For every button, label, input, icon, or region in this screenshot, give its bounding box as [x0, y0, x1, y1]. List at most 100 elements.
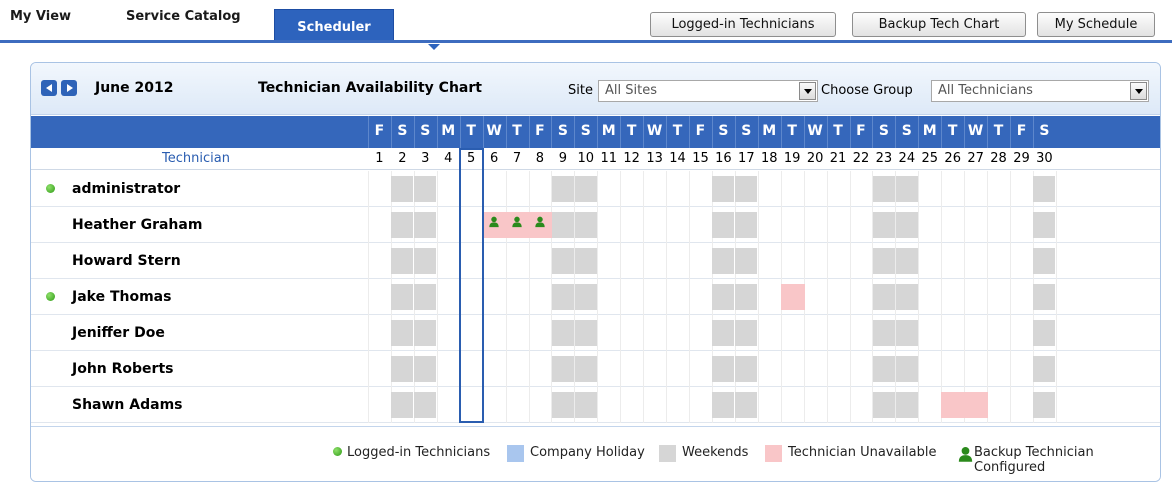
technician-name[interactable]: John Roberts [72, 361, 173, 377]
day-number-label[interactable]: 27 [964, 151, 987, 166]
day-number-label[interactable]: 22 [850, 151, 873, 166]
group-select[interactable]: All Technicians [931, 80, 1149, 102]
weekend-cell [391, 356, 414, 382]
day-of-week-label: T [672, 123, 683, 139]
column-divider [780, 116, 782, 148]
day-number-label[interactable]: 30 [1033, 151, 1056, 166]
active-tab-caret-icon [428, 44, 440, 50]
grid-line [528, 351, 530, 387]
weekend-cell [574, 212, 597, 238]
day-of-week-label: S [741, 123, 752, 139]
day-number-label[interactable]: 13 [643, 151, 666, 166]
tab-my-view[interactable]: My View [10, 9, 71, 24]
weekend-cell [735, 176, 758, 202]
previous-month-icon[interactable] [41, 80, 57, 96]
day-number-label[interactable]: 8 [529, 151, 552, 166]
column-divider [482, 116, 484, 148]
day-number-label[interactable]: 18 [758, 151, 781, 166]
grid-line [849, 207, 851, 243]
day-number-label[interactable]: 26 [941, 151, 964, 166]
technician-name[interactable]: Jake Thomas [72, 289, 171, 305]
technician-name[interactable]: Heather Graham [72, 217, 202, 233]
day-number-label[interactable]: 24 [895, 151, 918, 166]
grid-line [689, 387, 691, 423]
day-number-label[interactable]: 2 [391, 151, 414, 166]
grid-line [918, 171, 920, 207]
technician-name[interactable]: Shawn Adams [72, 397, 183, 413]
day-number-label[interactable]: 3 [414, 151, 437, 166]
unavailable-cell[interactable] [964, 392, 989, 418]
weekend-cell [1033, 356, 1056, 382]
chevron-down-icon[interactable] [799, 82, 816, 100]
grid-line [505, 351, 507, 387]
column-divider [505, 116, 507, 148]
day-number-label[interactable]: 25 [918, 151, 941, 166]
day-number-label[interactable]: 16 [712, 151, 735, 166]
day-number-label[interactable]: 19 [781, 151, 804, 166]
column-divider [872, 116, 874, 148]
grid-line [1010, 243, 1012, 279]
day-number-label[interactable]: 1 [368, 151, 391, 166]
technician-column-header[interactable]: Technician [31, 151, 361, 166]
day-number-label[interactable]: 29 [1010, 151, 1033, 166]
column-divider [436, 116, 438, 148]
grid-line [780, 207, 782, 243]
backup-technician-icon [511, 216, 523, 228]
availability-panel: June 2012 Technician Availability Chart … [30, 62, 1161, 482]
column-divider [826, 116, 828, 148]
day-number-label[interactable]: 12 [620, 151, 643, 166]
backup-technician-icon [958, 446, 973, 462]
day-number-label[interactable]: 23 [872, 151, 895, 166]
day-number-label[interactable]: 14 [666, 151, 689, 166]
grid-line [803, 351, 805, 387]
tab-scheduler[interactable]: Scheduler [274, 9, 394, 43]
day-number-label[interactable]: 17 [735, 151, 758, 166]
weekend-cell [712, 356, 735, 382]
grid-line [964, 243, 966, 279]
grid-line [666, 243, 668, 279]
weekend-cell [391, 176, 414, 202]
unavailable-cell[interactable] [941, 392, 966, 418]
grid-line [757, 351, 759, 387]
day-number-label[interactable]: 15 [689, 151, 712, 166]
logged-in-technicians-button[interactable]: Logged-in Technicians [650, 12, 836, 37]
day-number-label[interactable]: 21 [827, 151, 850, 166]
weekend-cell [574, 320, 597, 346]
grid-line [368, 387, 369, 423]
weekend-cell [551, 320, 574, 346]
day-number-label[interactable]: 4 [437, 151, 460, 166]
grid-line [620, 351, 622, 387]
day-number-label[interactable]: 7 [506, 151, 529, 166]
day-number-label[interactable]: 11 [597, 151, 620, 166]
my-schedule-button[interactable]: My Schedule [1037, 12, 1155, 37]
day-number-label[interactable]: 9 [551, 151, 574, 166]
grid-line [368, 315, 369, 351]
day-number-label[interactable]: 10 [574, 151, 597, 166]
grid-line [987, 279, 989, 315]
day-of-week-label: S [718, 123, 729, 139]
day-number-label[interactable]: 6 [483, 151, 506, 166]
technician-row: Jeniffer Doe [31, 315, 1160, 351]
technician-name[interactable]: administrator [72, 181, 180, 197]
technician-name[interactable]: Howard Stern [72, 253, 181, 269]
grid-line [643, 351, 645, 387]
grid-line [620, 279, 622, 315]
grid-line [368, 351, 369, 387]
day-number-label[interactable]: 20 [804, 151, 827, 166]
grid-line [436, 315, 438, 351]
chevron-down-icon[interactable] [1130, 82, 1147, 100]
unavailable-cell[interactable] [780, 284, 805, 310]
grid-line [780, 351, 782, 387]
tab-service-catalog[interactable]: Service Catalog [126, 9, 241, 24]
column-divider [711, 116, 713, 148]
site-select[interactable]: All Sites [598, 80, 818, 102]
next-month-icon[interactable] [61, 80, 77, 96]
backup-tech-chart-button[interactable]: Backup Tech Chart [852, 12, 1026, 37]
column-divider [643, 116, 645, 148]
technician-name[interactable]: Jeniffer Doe [72, 325, 165, 341]
day-number-label[interactable]: 28 [987, 151, 1010, 166]
grid-line [368, 171, 369, 207]
weekend-cell [735, 248, 758, 274]
grid-line [505, 387, 507, 423]
grid-line [849, 243, 851, 279]
